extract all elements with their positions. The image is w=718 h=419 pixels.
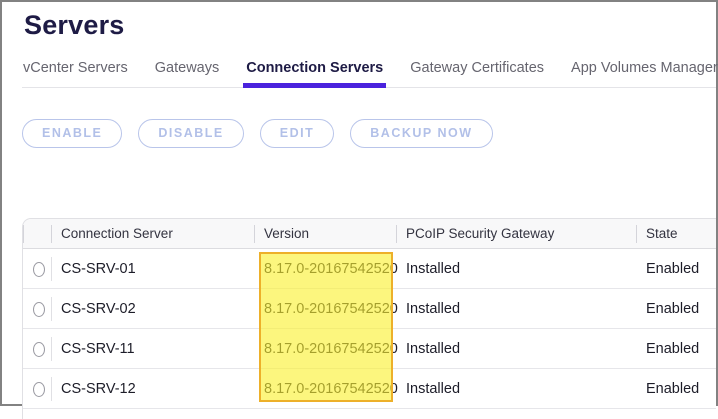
server-state: Enabled [636,381,716,397]
table-row[interactable]: CS-SRV-01 8.17.0-20167542520 Installed E… [23,249,716,289]
tab-bar: vCenter Servers Gateways Connection Serv… [22,54,716,88]
column-header-version: Version [254,219,396,249]
server-state: Enabled [636,301,716,317]
page-title: Servers [24,10,716,41]
action-toolbar: ENABLE DISABLE EDIT BACKUP NOW [22,119,716,148]
server-name: CS-SRV-11 [51,329,254,369]
pcoip-status: Installed [396,381,636,397]
edit-button[interactable]: EDIT [260,119,334,148]
column-header-connection-server: Connection Server [51,219,254,249]
servers-page: Servers vCenter Servers Gateways Connect… [2,10,716,412]
tab-gateway-certificates[interactable]: Gateway Certificates [409,54,545,87]
tab-vcenter-servers[interactable]: vCenter Servers [22,54,129,87]
pcoip-status: Installed [396,261,636,277]
table-row[interactable]: CS-SRV-02 8.17.0-20167542520 Installed E… [23,289,716,329]
server-version: 8.17.0-20167542520 [254,341,396,357]
pcoip-status: Installed [396,301,636,317]
server-name: CS-SRV-02 [51,289,254,329]
column-header-pcoip: PCoIP Security Gateway [396,219,636,249]
pcoip-status: Installed [396,341,636,357]
server-state: Enabled [636,341,716,357]
row-radio[interactable] [33,262,45,277]
server-version: 8.17.0-20167542520 [254,261,396,277]
connection-servers-table: Connection Server Version PCoIP Security… [22,218,716,419]
row-radio[interactable] [33,302,45,317]
table-header-row: Connection Server Version PCoIP Security… [23,219,716,249]
tab-gateways[interactable]: Gateways [154,54,220,87]
tab-app-volumes-managers[interactable]: App Volumes Managers [570,54,718,87]
row-radio[interactable] [33,342,45,357]
column-header-state: State [636,219,716,249]
enable-button[interactable]: ENABLE [22,119,122,148]
disable-button[interactable]: DISABLE [138,119,243,148]
row-radio[interactable] [33,382,45,397]
table-row[interactable]: CS-SRV-11 8.17.0-20167542520 Installed E… [23,329,716,369]
server-state: Enabled [636,261,716,277]
server-version: 8.17.0-20167542520 [254,301,396,317]
radio-column-header [23,219,51,249]
server-name: CS-SRV-01 [51,249,254,289]
server-name: CS-SRV-12 [51,369,254,409]
backup-now-button[interactable]: BACKUP NOW [350,119,492,148]
table-row[interactable]: CS-SRV-12 8.17.0-20167542520 Installed E… [23,369,716,409]
tab-connection-servers[interactable]: Connection Servers [245,54,384,87]
server-version: 8.17.0-20167542520 [254,381,396,397]
